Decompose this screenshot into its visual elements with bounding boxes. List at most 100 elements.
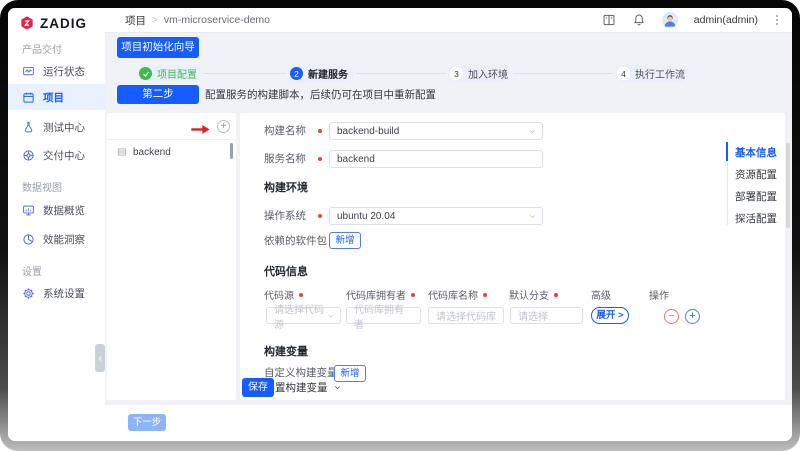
bottom-bar: 下一步 [105, 405, 792, 441]
sidebar-item-efficiency-insight[interactable]: 效能洞察 [8, 226, 105, 252]
sidebar-item-system-settings[interactable]: 系统设置 [8, 280, 105, 306]
repo-name-header: 代码库名称 [428, 287, 487, 302]
build-config-panel: 构建名称 backend-build 服务名称 backend 构建环境 操作系… [240, 113, 785, 400]
sidebar-item-run-status[interactable]: 运行状态 [8, 58, 105, 84]
gear-icon [22, 287, 35, 300]
window-scrollbar[interactable] [786, 143, 790, 228]
next-step-button[interactable]: 下一步 [128, 414, 166, 431]
sidebar-item-label: 系统设置 [43, 286, 85, 301]
app-window: ZADIG 产品交付 运行状态 项目 测试中心 交付中心 数据视图 [8, 8, 792, 441]
anchor-tab-basic-info[interactable]: 基本信息 [735, 145, 777, 160]
default-branch-header: 默认分支 [509, 287, 558, 302]
delivery-wheel-icon [22, 149, 35, 162]
build-name-label: 构建名称 [264, 122, 306, 140]
code-source-select[interactable]: 请选择代码源 [266, 307, 341, 324]
sidebar-item-label: 数据概览 [43, 203, 85, 218]
service-name-input[interactable]: backend [329, 150, 543, 168]
service-list-scrollbar[interactable] [230, 143, 233, 159]
step-4-run-workflow: 4 执行工作流 [615, 65, 689, 82]
chevron-down-icon [327, 312, 335, 320]
service-grid-icon [117, 147, 127, 157]
user-avatar[interactable] [662, 12, 678, 28]
chevron-down-icon [333, 383, 342, 392]
step-label: 加入环境 [468, 66, 508, 81]
sidebar-item-label: 交付中心 [43, 148, 85, 163]
breadcrumb: 项目 > vm-microservice-demo [125, 13, 270, 28]
sidebar-item-delivery-center[interactable]: 交付中心 [8, 142, 105, 168]
chevron-left-icon [97, 355, 104, 362]
zadig-hexagon-icon [19, 15, 35, 31]
docs-icon[interactable] [602, 13, 616, 27]
sidebar-item-test-center[interactable]: 测试中心 [8, 114, 105, 140]
add-service-button[interactable]: + [217, 120, 230, 133]
service-list-header: + [107, 113, 236, 140]
anchor-tab-resource-config[interactable]: 资源配置 [735, 167, 777, 182]
default-branch-select[interactable]: 请选择 [510, 307, 583, 324]
build-env-title: 构建环境 [264, 179, 308, 195]
repo-name-placeholder: 请选择代码库 [436, 308, 496, 323]
os-select[interactable]: ubuntu 20.04 [329, 207, 543, 225]
sidebar-item-label: 运行状态 [43, 64, 85, 79]
remove-repo-button[interactable]: − [664, 309, 679, 324]
service-name-label: backend [133, 147, 171, 158]
code-source-placeholder: 请选择代码源 [274, 301, 333, 331]
add-repo-button[interactable]: + [685, 309, 700, 324]
deps-label: 依赖的软件包 [264, 232, 327, 250]
step-number: 4 [617, 67, 630, 80]
build-name-value: backend-build [337, 126, 399, 137]
builtin-vars-toggle[interactable]: 置构建变量 [275, 378, 342, 397]
breadcrumb-root[interactable]: 项目 [125, 13, 146, 28]
pie-chart-icon [22, 233, 35, 246]
build-vars-title: 构建变量 [264, 343, 308, 359]
check-icon [139, 67, 152, 80]
zadig-logo[interactable]: ZADIG [19, 15, 87, 31]
sidebar-section-data-view: 数据视图 [22, 179, 62, 194]
topbar: 项目 > vm-microservice-demo admin(admin) [105, 8, 792, 33]
required-dot [318, 129, 322, 133]
more-menu-icon[interactable] [774, 13, 780, 27]
repo-owner-placeholder: 代码库拥有者 [354, 301, 413, 331]
code-info-title: 代码信息 [264, 263, 308, 279]
operation-header: 操作 [649, 287, 669, 302]
required-dot [483, 293, 487, 297]
chevron-down-icon [528, 212, 537, 221]
build-name-select[interactable]: backend-build [329, 122, 543, 140]
advanced-expand-button[interactable]: 展开 > [591, 307, 629, 324]
anchor-tab-deploy-config[interactable]: 部署配置 [735, 189, 777, 204]
step-connector [513, 73, 613, 74]
required-dot [411, 293, 415, 297]
step-description: 配置服务的构建脚本，后续仍可在项目中重新配置 [205, 89, 436, 101]
step-3-join-environment: 3 加入环境 [448, 65, 511, 82]
service-name-label: 服务名称 [264, 150, 306, 168]
project-init-wizard-button[interactable]: 项目初始化向导 [117, 37, 199, 58]
bell-icon[interactable] [632, 13, 646, 27]
breadcrumb-separator: > [152, 15, 158, 26]
breadcrumb-current: vm-microservice-demo [164, 14, 270, 26]
project-calendar-icon [22, 91, 35, 104]
step-number: 2 [290, 67, 303, 80]
service-list-item-backend[interactable]: backend [107, 141, 236, 163]
collapse-sidebar-handle[interactable] [95, 344, 105, 372]
sidebar: ZADIG 产品交付 运行状态 项目 测试中心 交付中心 数据视图 [8, 8, 105, 441]
required-dot [318, 214, 322, 218]
sidebar-item-label: 项目 [43, 90, 64, 105]
main-content: 项目初始化向导 项目配置 2 新建服务 3 加入环境 4 执行工作流 第二步 [105, 33, 792, 441]
user-name[interactable]: admin(admin) [694, 14, 758, 26]
default-branch-placeholder: 请选择 [518, 308, 548, 323]
chevron-down-icon [528, 127, 537, 136]
required-dot [318, 157, 322, 161]
deps-add-button[interactable]: 新增 [329, 232, 361, 249]
flask-icon [22, 121, 35, 134]
sidebar-item-label: 效能洞察 [43, 232, 85, 247]
sidebar-item-data-overview[interactable]: 数据概览 [8, 197, 105, 223]
required-dot [554, 293, 558, 297]
repo-name-select[interactable]: 请选择代码库 [428, 307, 504, 324]
monitor-pulse-icon [22, 65, 35, 78]
anchor-tab-probe-config[interactable]: 探活配置 [735, 211, 777, 226]
os-label: 操作系统 [264, 207, 306, 225]
device-frame: ZADIG 产品交付 运行状态 项目 测试中心 交付中心 数据视图 [0, 0, 800, 451]
repo-owner-input[interactable]: 代码库拥有者 [346, 307, 421, 324]
save-button[interactable]: 保存 [242, 378, 274, 397]
annotation-arrow-icon [190, 122, 211, 140]
sidebar-item-projects[interactable]: 项目 [8, 84, 105, 110]
